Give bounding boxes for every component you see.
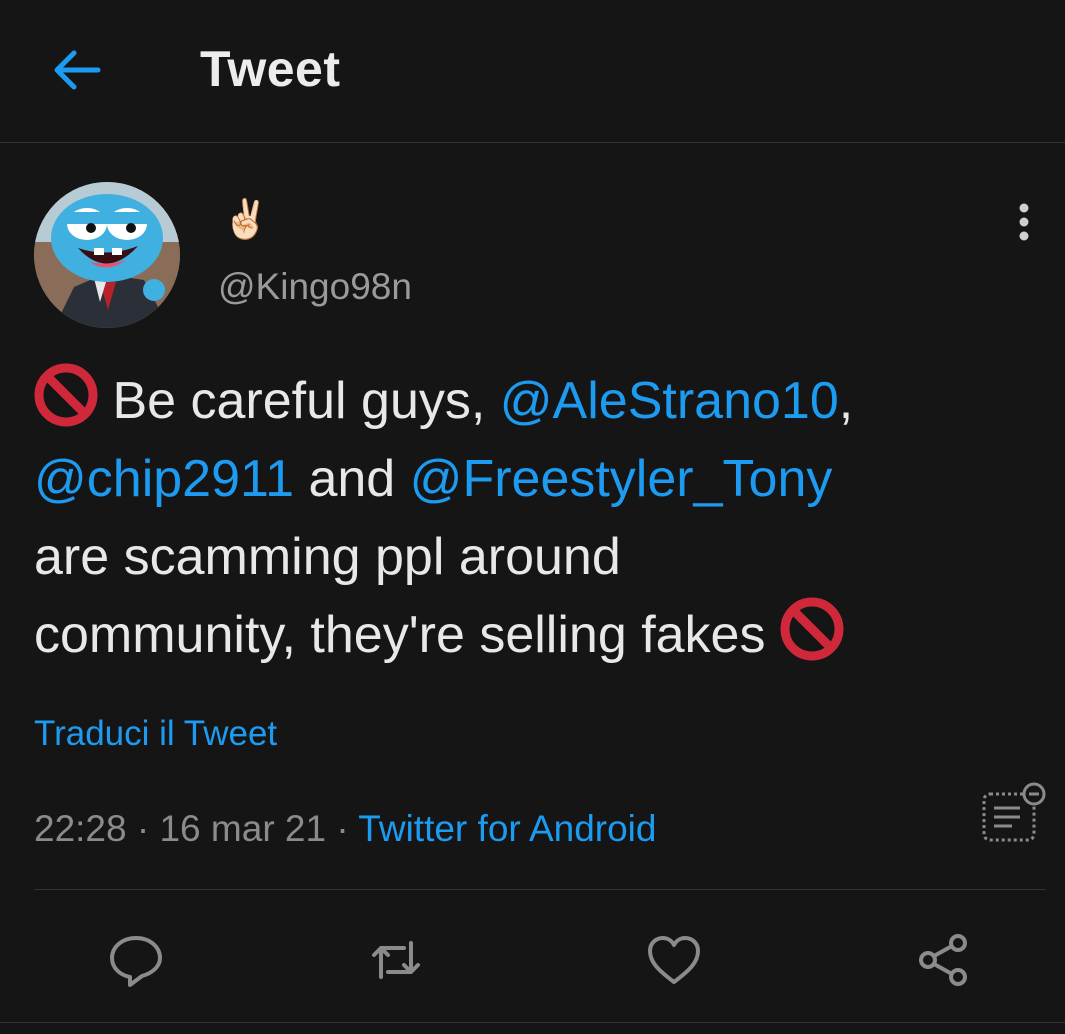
mention-link[interactable]: @AleStrano10 [500, 372, 839, 430]
avatar-image [34, 182, 180, 328]
tweet-line-1: Be careful guys, @AleStrano10, [34, 362, 1034, 440]
header-bar: Tweet [0, 0, 1065, 143]
more-options-button[interactable] [1004, 198, 1044, 246]
tweet-source-link[interactable]: Twitter for Android [358, 808, 656, 849]
translate-tweet-link[interactable]: Traduci il Tweet [34, 714, 277, 754]
tweet-line-4: community, they're selling fakes [34, 596, 1034, 674]
reply-button[interactable] [106, 930, 166, 990]
share-icon [919, 934, 967, 986]
back-button[interactable] [50, 46, 104, 94]
divider [34, 889, 1046, 890]
mention-link[interactable]: @chip2911 [34, 450, 294, 508]
like-button[interactable] [644, 930, 704, 990]
tweet-date: 16 mar 21 [159, 808, 327, 849]
user-handle[interactable]: @Kingo98n [218, 266, 412, 308]
divider [0, 1022, 1065, 1023]
tweet-text-segment: and [294, 450, 410, 508]
reply-icon [110, 936, 162, 987]
no-entry-icon [780, 597, 844, 661]
more-vertical-icon [1019, 203, 1029, 241]
tweet-text-segment: Be careful guys, [98, 372, 500, 430]
avatar[interactable] [34, 182, 180, 328]
share-button[interactable] [914, 930, 974, 990]
page-title: Tweet [200, 41, 341, 97]
tweet-line-2: @chip2911 and @Freestyler_Tony [34, 440, 1034, 518]
tweet-text-segment: community, they're selling fakes [34, 606, 780, 664]
tweet-meta: 22:28 · 16 mar 21 · Twitter for Android [34, 808, 656, 850]
no-entry-icon [34, 363, 98, 427]
tweet-text-segment: , [838, 372, 854, 430]
retweet-button[interactable] [366, 930, 426, 990]
arrow-left-icon [54, 50, 101, 90]
heart-icon [648, 936, 700, 984]
retweet-icon [372, 941, 420, 979]
view-analytics-button[interactable] [978, 780, 1048, 848]
meta-separator: · [326, 808, 359, 849]
tweet-time: 22:28 [34, 808, 127, 849]
meta-separator: · [126, 808, 160, 849]
mention-link[interactable]: @Freestyler_Tony [410, 450, 833, 508]
display-name[interactable]: ✌🏻 [222, 198, 269, 242]
tweet-line-3: are scamming ppl around [34, 528, 621, 586]
analytics-icon [982, 782, 1046, 842]
tweet-text: Be careful guys, @AleStrano10, @chip2911… [34, 362, 1034, 674]
